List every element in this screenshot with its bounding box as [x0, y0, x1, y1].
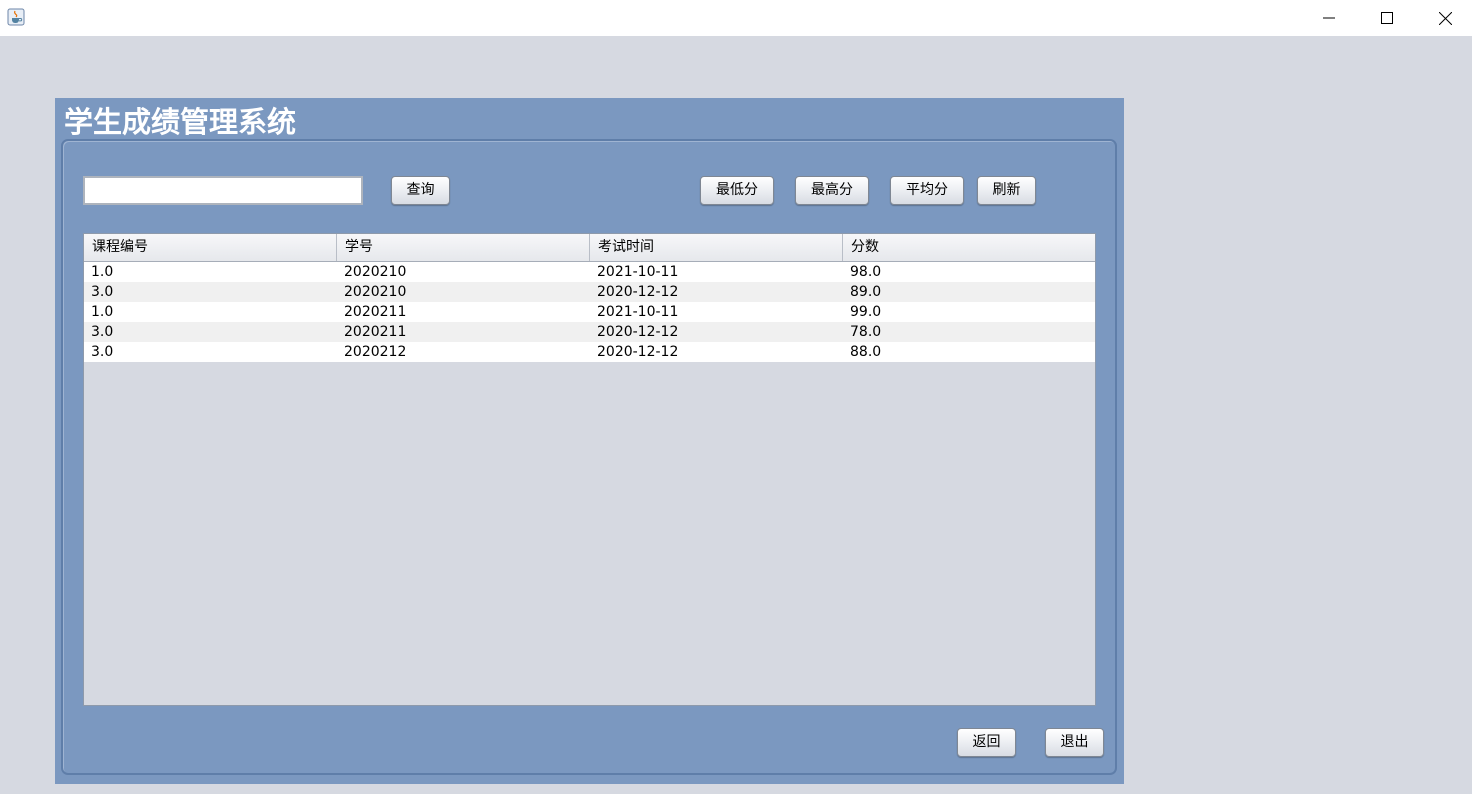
table-row[interactable]: 1.0 2020211 2021-10-11 99.0	[84, 302, 1095, 322]
cell-course-id: 3.0	[91, 284, 114, 300]
table-row[interactable]: 3.0 2020211 2020-12-12 78.0	[84, 322, 1095, 342]
cell-student-id: 2020210	[344, 264, 407, 280]
close-button[interactable]	[1416, 0, 1472, 36]
cell-exam-date: 2020-12-12	[597, 284, 679, 300]
cell-course-id: 3.0	[91, 344, 114, 360]
window-title-bar	[0, 0, 1472, 36]
maximize-icon	[1381, 12, 1393, 24]
cell-student-id: 2020211	[344, 304, 407, 320]
cell-exam-date: 2021-10-11	[597, 304, 679, 320]
scores-table[interactable]: 课程编号 学号 考试时间 分数 1.0 2020210 2021-10-11 9…	[83, 233, 1096, 706]
avg-score-button[interactable]: 平均分	[890, 176, 964, 205]
column-header-score[interactable]: 分数	[843, 234, 1095, 261]
cell-score: 89.0	[850, 284, 882, 300]
table-row[interactable]: 3.0 2020210 2020-12-12 89.0	[84, 282, 1095, 302]
cell-student-id: 2020212	[344, 344, 407, 360]
minimize-icon	[1323, 17, 1335, 19]
min-score-button[interactable]: 最低分	[700, 176, 774, 205]
cell-exam-date: 2021-10-11	[597, 264, 679, 280]
search-input[interactable]	[83, 176, 363, 205]
page-title: 学生成绩管理系统	[64, 105, 297, 139]
minimize-button[interactable]	[1300, 0, 1358, 36]
table-row[interactable]: 3.0 2020212 2020-12-12 88.0	[84, 342, 1095, 362]
cell-score: 88.0	[850, 344, 882, 360]
exit-button[interactable]: 退出	[1045, 728, 1104, 757]
cell-student-id: 2020211	[344, 324, 407, 340]
cell-score: 78.0	[850, 324, 882, 340]
cell-course-id: 1.0	[91, 264, 114, 280]
cell-exam-date: 2020-12-12	[597, 324, 679, 340]
cell-score: 99.0	[850, 304, 882, 320]
cell-exam-date: 2020-12-12	[597, 344, 679, 360]
refresh-button[interactable]: 刷新	[977, 176, 1036, 205]
cell-score: 98.0	[850, 264, 882, 280]
table-row[interactable]: 1.0 2020210 2021-10-11 98.0	[84, 262, 1095, 282]
column-header-student-id[interactable]: 学号	[337, 234, 590, 261]
table-header: 课程编号 学号 考试时间 分数	[84, 234, 1095, 262]
close-icon	[1438, 11, 1452, 25]
query-button[interactable]: 查询	[391, 176, 450, 205]
cell-course-id: 3.0	[91, 324, 114, 340]
back-button[interactable]: 返回	[957, 728, 1016, 757]
cell-course-id: 1.0	[91, 304, 114, 320]
column-header-exam-date[interactable]: 考试时间	[590, 234, 843, 261]
maximize-button[interactable]	[1358, 0, 1416, 36]
max-score-button[interactable]: 最高分	[795, 176, 869, 205]
java-cup-icon	[7, 8, 25, 26]
column-header-course-id[interactable]: 课程编号	[84, 234, 337, 261]
cell-student-id: 2020210	[344, 284, 407, 300]
